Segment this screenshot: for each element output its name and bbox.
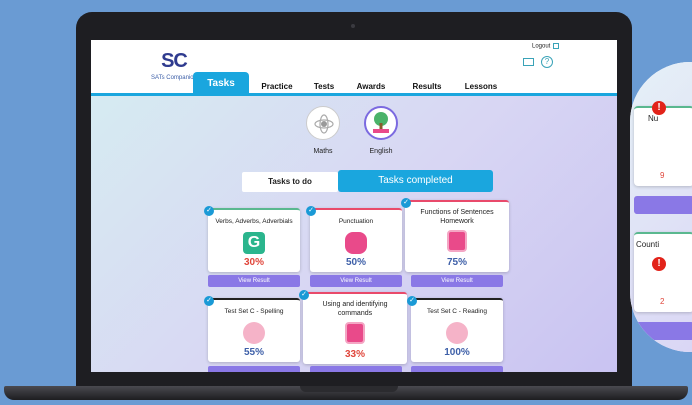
task-card[interactable]: ✓ Functions of Sentences Homework 75% (401, 198, 509, 272)
task-title: Functions of Sentences Homework (420, 209, 494, 225)
document-icon (447, 230, 467, 252)
help-icon[interactable]: ? (541, 56, 553, 68)
tree-book-icon (373, 112, 389, 133)
logout-label: Logout (532, 43, 551, 50)
camera-icon (351, 24, 355, 28)
task-percent: 33% (344, 349, 365, 360)
subject-english[interactable] (364, 106, 398, 140)
test-set-icon (243, 322, 265, 344)
document-icon (345, 322, 365, 344)
subject-label-maths: Maths (313, 148, 333, 155)
task-title: Punctuation (338, 218, 374, 225)
laptop-notch (300, 386, 398, 392)
logout-icon (553, 43, 560, 49)
view-result-button[interactable]: View Result (411, 275, 503, 287)
task-title: Test Set C - Spelling (224, 308, 284, 315)
subject-maths[interactable] (306, 106, 340, 140)
subject-label-english: English (369, 148, 393, 155)
task-percent: 100% (444, 347, 470, 358)
alert-icon: ! (652, 257, 666, 271)
app-screen: SC SATs Companion Logout ? Tasks Practic… (91, 40, 617, 372)
zoom-card[interactable]: Nu 9 (634, 106, 692, 186)
task-title: Verbs, Adverbs, Adverbials (215, 218, 293, 225)
zoom-view-button[interactable] (634, 322, 692, 340)
atom-icon (314, 114, 334, 134)
task-title: Test Set C - Reading (427, 308, 487, 315)
check-icon: ✓ (204, 296, 214, 306)
test-set-icon (446, 322, 468, 344)
alert-icon: ! (652, 101, 666, 115)
zoom-card-percent: 9 (660, 171, 665, 180)
grammar-g-icon: G (243, 232, 265, 254)
check-icon: ✓ (299, 290, 309, 300)
check-icon: ✓ (401, 198, 411, 208)
check-icon: ✓ (204, 206, 214, 216)
tasks-to-do-button[interactable]: Tasks to do (242, 172, 338, 192)
zoom-card-title: Counti (636, 240, 660, 249)
logo-mark: SC (161, 50, 188, 72)
header: SC SATs Companion Logout ? Tasks Practic… (91, 40, 617, 96)
task-card[interactable]: ✓ Punctuation 50% (306, 206, 402, 272)
zoom-card-percent: 2 (660, 297, 665, 306)
zoom-view-button[interactable] (634, 196, 692, 214)
task-card[interactable]: ✓ Verbs, Adverbs, Adverbials G 30% (204, 206, 300, 272)
task-title: Using and identifying commands (322, 301, 388, 317)
task-card[interactable]: ✓ Using and identifying commands 33% (299, 290, 407, 364)
nav-underline (91, 93, 617, 96)
check-icon: ✓ (407, 296, 417, 306)
logout-link[interactable]: Logout (532, 43, 560, 50)
mail-icon[interactable] (523, 58, 534, 66)
zoom-card[interactable]: Counti 2 (634, 232, 692, 312)
task-card[interactable]: ✓ Test Set C - Reading 100% (407, 296, 503, 362)
task-percent: 50% (345, 257, 366, 268)
view-result-button[interactable]: View Result (310, 275, 402, 287)
check-icon: ✓ (306, 206, 316, 216)
tasks-completed-button[interactable]: Tasks completed (338, 170, 493, 192)
task-percent: 75% (446, 257, 467, 268)
punctuation-icon (345, 232, 367, 254)
view-result-button[interactable]: View Result (208, 275, 300, 287)
task-percent: 55% (243, 347, 264, 358)
task-toggle: Tasks to do Tasks completed (242, 170, 493, 192)
task-card[interactable]: ✓ Test Set C - Spelling 55% (204, 296, 300, 362)
view-result-button[interactable] (310, 366, 402, 372)
view-result-button[interactable] (208, 366, 300, 372)
view-result-button[interactable] (411, 366, 503, 372)
task-percent: 30% (243, 257, 264, 268)
